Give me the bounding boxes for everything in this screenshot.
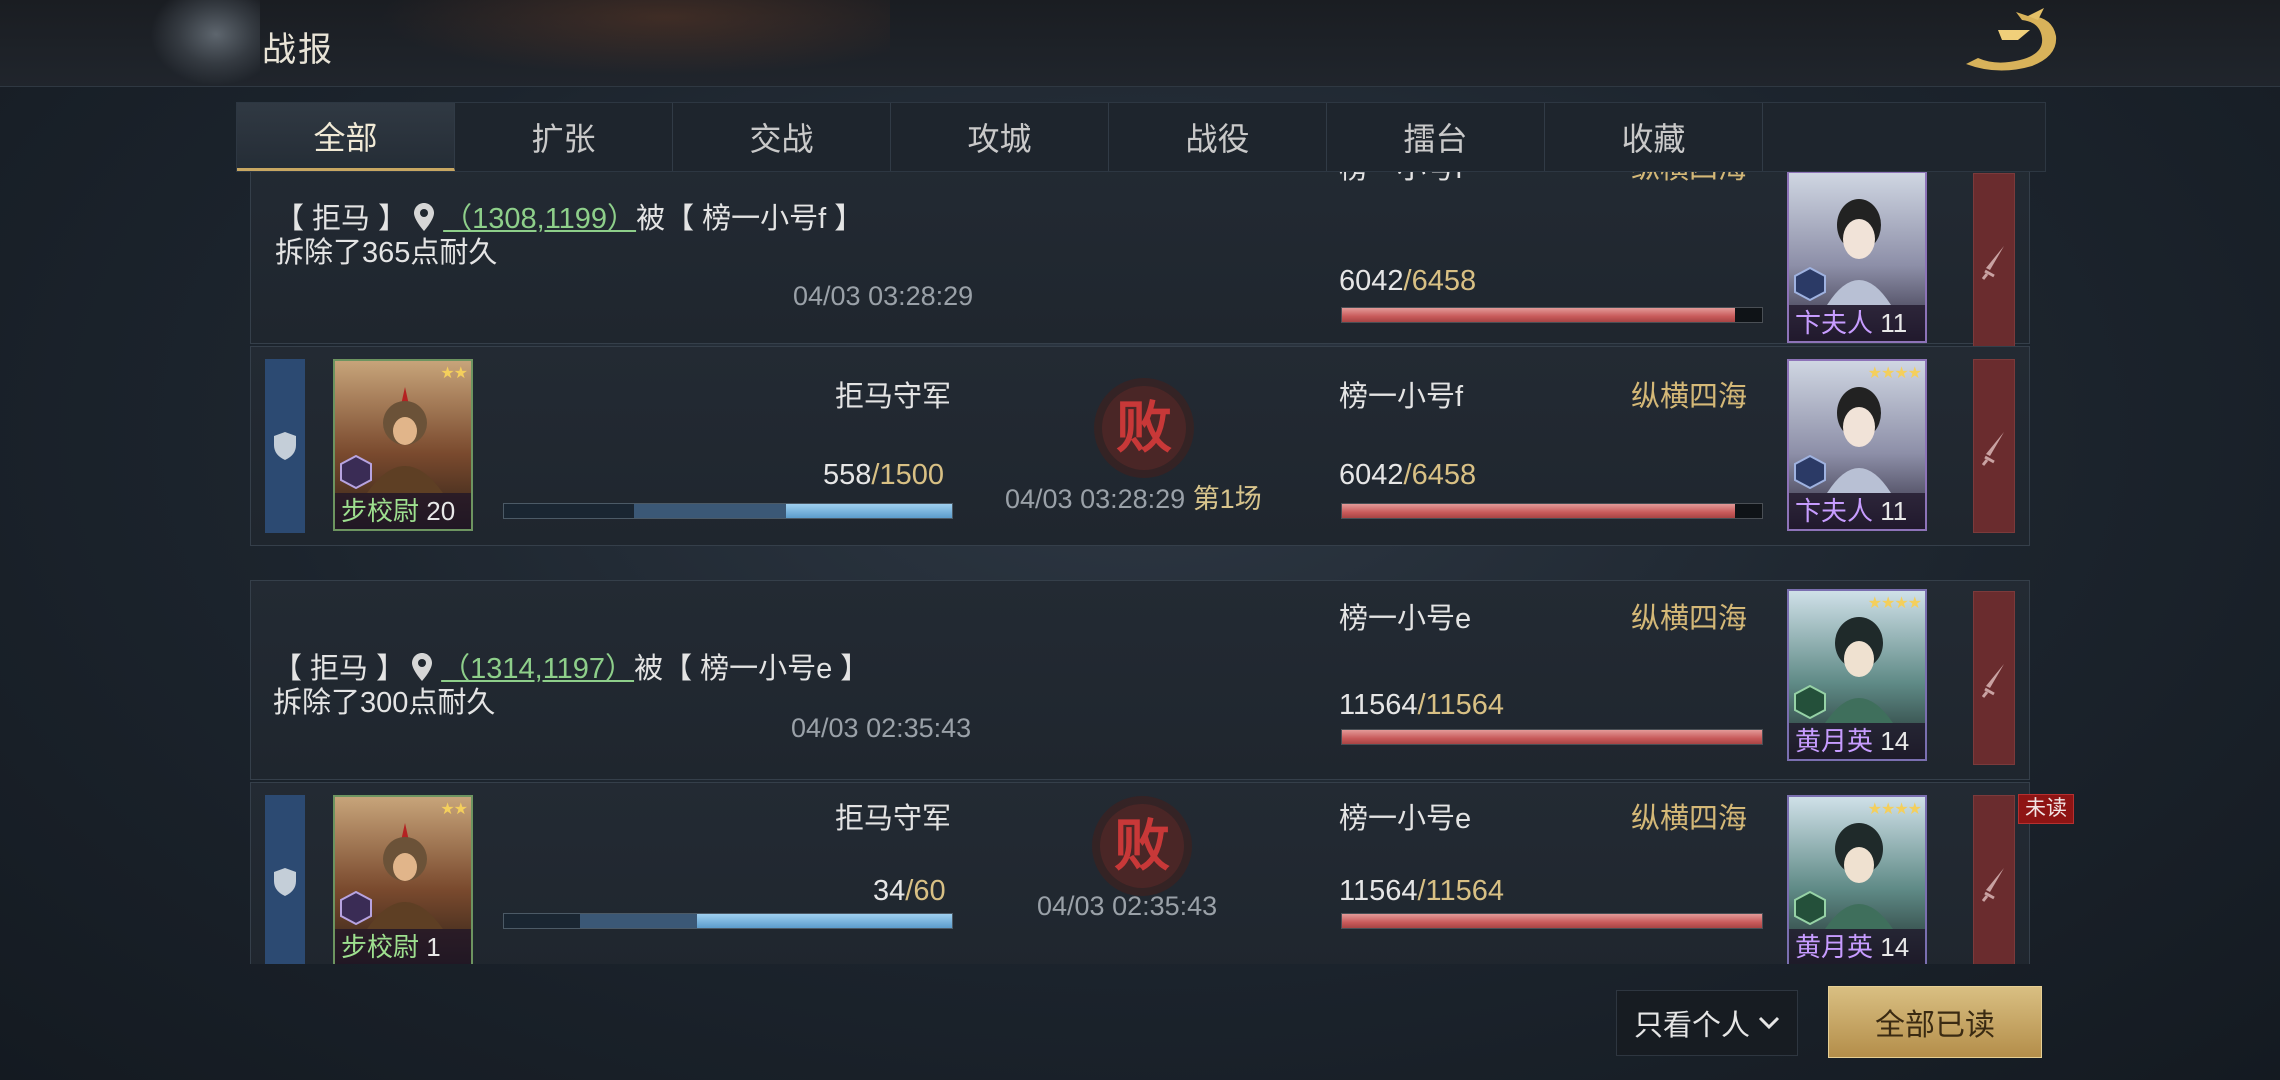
tab-arena[interactable]: 擂台 (1327, 103, 1545, 171)
tab-campaign[interactable]: 战役 (1109, 103, 1327, 171)
svg-text:败: 败 (1116, 395, 1172, 461)
attacker-troop-bar (1341, 503, 1763, 519)
tab-combat[interactable]: 交战 (673, 103, 891, 171)
defeat-seal-icon: 败 (1092, 796, 1192, 896)
attacker-label: 被【 榜一小号e 】 (634, 653, 870, 685)
tab-all[interactable]: 全部 (237, 103, 455, 171)
report-list[interactable]: 【 拒马 】（1308,1199）被【 榜一小号f 】 拆除了365点耐久 04… (236, 172, 2044, 964)
defender-troop-bar (503, 503, 953, 519)
faction-qun-icon (340, 455, 372, 489)
report-detail: 拆除了300点耐久 (273, 687, 496, 719)
attacker-troop-bar (1341, 307, 1763, 323)
hero-label: 黄月英 14 (1789, 723, 1925, 759)
hero-label: 黄月英 14 (1789, 929, 1925, 964)
report-card[interactable]: 【 拒马 】（1314,1197）被【 榜一小号e 】 拆除了300点耐久 04… (250, 580, 2030, 780)
tab-expansion[interactable]: 扩张 (455, 103, 673, 171)
attacker-troops: 11564/11564 (1339, 689, 1505, 721)
attacker-guild: 纵横四海 (1631, 603, 1748, 635)
hero-label: 卞夫人 11 (1789, 305, 1925, 341)
sword-icon (1982, 664, 2004, 698)
hero-portrait[interactable]: 卞夫人 11 (1787, 172, 1927, 343)
replay-button[interactable] (1973, 173, 2015, 347)
dragon-logo-icon[interactable] (1958, 6, 2068, 82)
battle-time: 04/03 03:28:29 第1场 (1005, 484, 1262, 514)
attacker-name: 榜一小号f (1339, 172, 1463, 187)
star-rating: ★★★★ (1867, 595, 1922, 612)
attacker-name: 榜一小号e (1339, 803, 1472, 835)
shield-icon (274, 868, 296, 896)
location-pin-icon (412, 653, 433, 681)
tab-bar: 全部 扩张 交战 攻城 战役 擂台 收藏 (236, 102, 2046, 172)
replay-button[interactable] (1973, 591, 2015, 765)
hero-portrait[interactable]: ★★★★ 黄月英 14 (1787, 795, 1927, 964)
header-ornament (150, 0, 260, 86)
hero-portrait[interactable]: ★★★★ 黄月英 14 (1787, 589, 1927, 761)
defense-marker (265, 359, 305, 533)
report-detail: 拆除了365点耐久 (275, 237, 498, 269)
star-rating: ★★★★ (1867, 801, 1922, 818)
defender-hero-label: 步校尉 20 (335, 493, 471, 529)
defender-portrait[interactable]: ★★ 步校尉 1 (333, 795, 473, 964)
replay-button[interactable] (1973, 359, 2015, 533)
location-pin-icon (414, 203, 435, 231)
battle-card[interactable]: ★★ 步校尉 20 拒马守军 558/1500 败 04/03 03:28:29… (250, 346, 2030, 546)
defender-portrait[interactable]: ★★ 步校尉 20 (333, 359, 473, 531)
star-rating: ★★ (440, 801, 468, 818)
defender-troops: 558/1500 (823, 459, 944, 491)
attacker-name: 榜一小号e (1339, 603, 1472, 635)
personal-filter-dropdown[interactable]: 只看个人 (1616, 990, 1798, 1056)
sword-icon (1982, 432, 2004, 466)
hero-portrait[interactable]: ★★★★ 卞夫人 11 (1787, 359, 1927, 531)
defender-name: 拒马守军 (835, 381, 952, 413)
faction-wei-icon (1794, 267, 1826, 301)
defense-marker (265, 795, 305, 964)
hero-label: 卞夫人 11 (1789, 493, 1925, 529)
report-card[interactable]: 【 拒马 】（1308,1199）被【 榜一小号f 】 拆除了365点耐久 04… (250, 172, 2030, 347)
faction-qun-icon (340, 891, 372, 925)
chevron-down-icon (1758, 1016, 1780, 1030)
faction-wei-icon (1794, 455, 1826, 489)
battle-time: 04/03 02:35:43 (1037, 891, 1218, 921)
page-title: 战报 (262, 31, 334, 69)
sword-icon (1982, 868, 2004, 902)
svg-text:败: 败 (1114, 813, 1170, 879)
mark-all-read-button[interactable]: 全部已读 (1828, 986, 2042, 1058)
tab-siege[interactable]: 攻城 (891, 103, 1109, 171)
unread-badge: 未读 (2018, 794, 2074, 824)
top-bar: 战报 (0, 0, 2280, 87)
report-time: 04/03 03:28:29 (793, 281, 974, 311)
attacker-label: 被【 榜一小号f 】 (636, 203, 864, 235)
header-ink-decoration (330, 0, 890, 86)
attacker-guild: 纵横四海 (1631, 381, 1748, 413)
attacker-name: 榜一小号f (1339, 381, 1464, 413)
sword-icon (1982, 246, 2004, 280)
attacker-troops: 11564/11564 (1339, 875, 1505, 907)
replay-button[interactable] (1973, 795, 2015, 964)
attacker-troops: 6042/6458 (1339, 459, 1477, 491)
attacker-troops: 6042/6458 (1339, 265, 1477, 297)
shield-icon (274, 432, 296, 460)
defender-troop-bar (503, 913, 953, 929)
faction-shu-icon (1794, 685, 1826, 719)
defeat-seal-icon: 败 (1094, 378, 1194, 478)
defender-hero-label: 步校尉 1 (335, 929, 471, 964)
attacker-guild: 纵横四海 (1631, 172, 1747, 187)
attacker-troop-bar (1341, 729, 1763, 745)
tab-favorites[interactable]: 收藏 (1545, 103, 1763, 171)
attacker-guild: 纵横四海 (1631, 803, 1748, 835)
battle-card[interactable]: ★★ 步校尉 1 拒马守军 34/60 败 04/03 02:35:43 榜一小… (250, 782, 2030, 964)
faction-shu-icon (1794, 891, 1826, 925)
report-time: 04/03 02:35:43 (791, 713, 972, 743)
star-rating: ★★★★ (1867, 365, 1922, 382)
star-rating: ★★ (440, 365, 468, 382)
defender-name: 拒马守军 (835, 803, 952, 835)
filter-label: 只看个人 (1633, 1010, 1750, 1042)
defender-troops: 34/60 (873, 875, 946, 907)
attacker-troop-bar (1341, 913, 1763, 929)
